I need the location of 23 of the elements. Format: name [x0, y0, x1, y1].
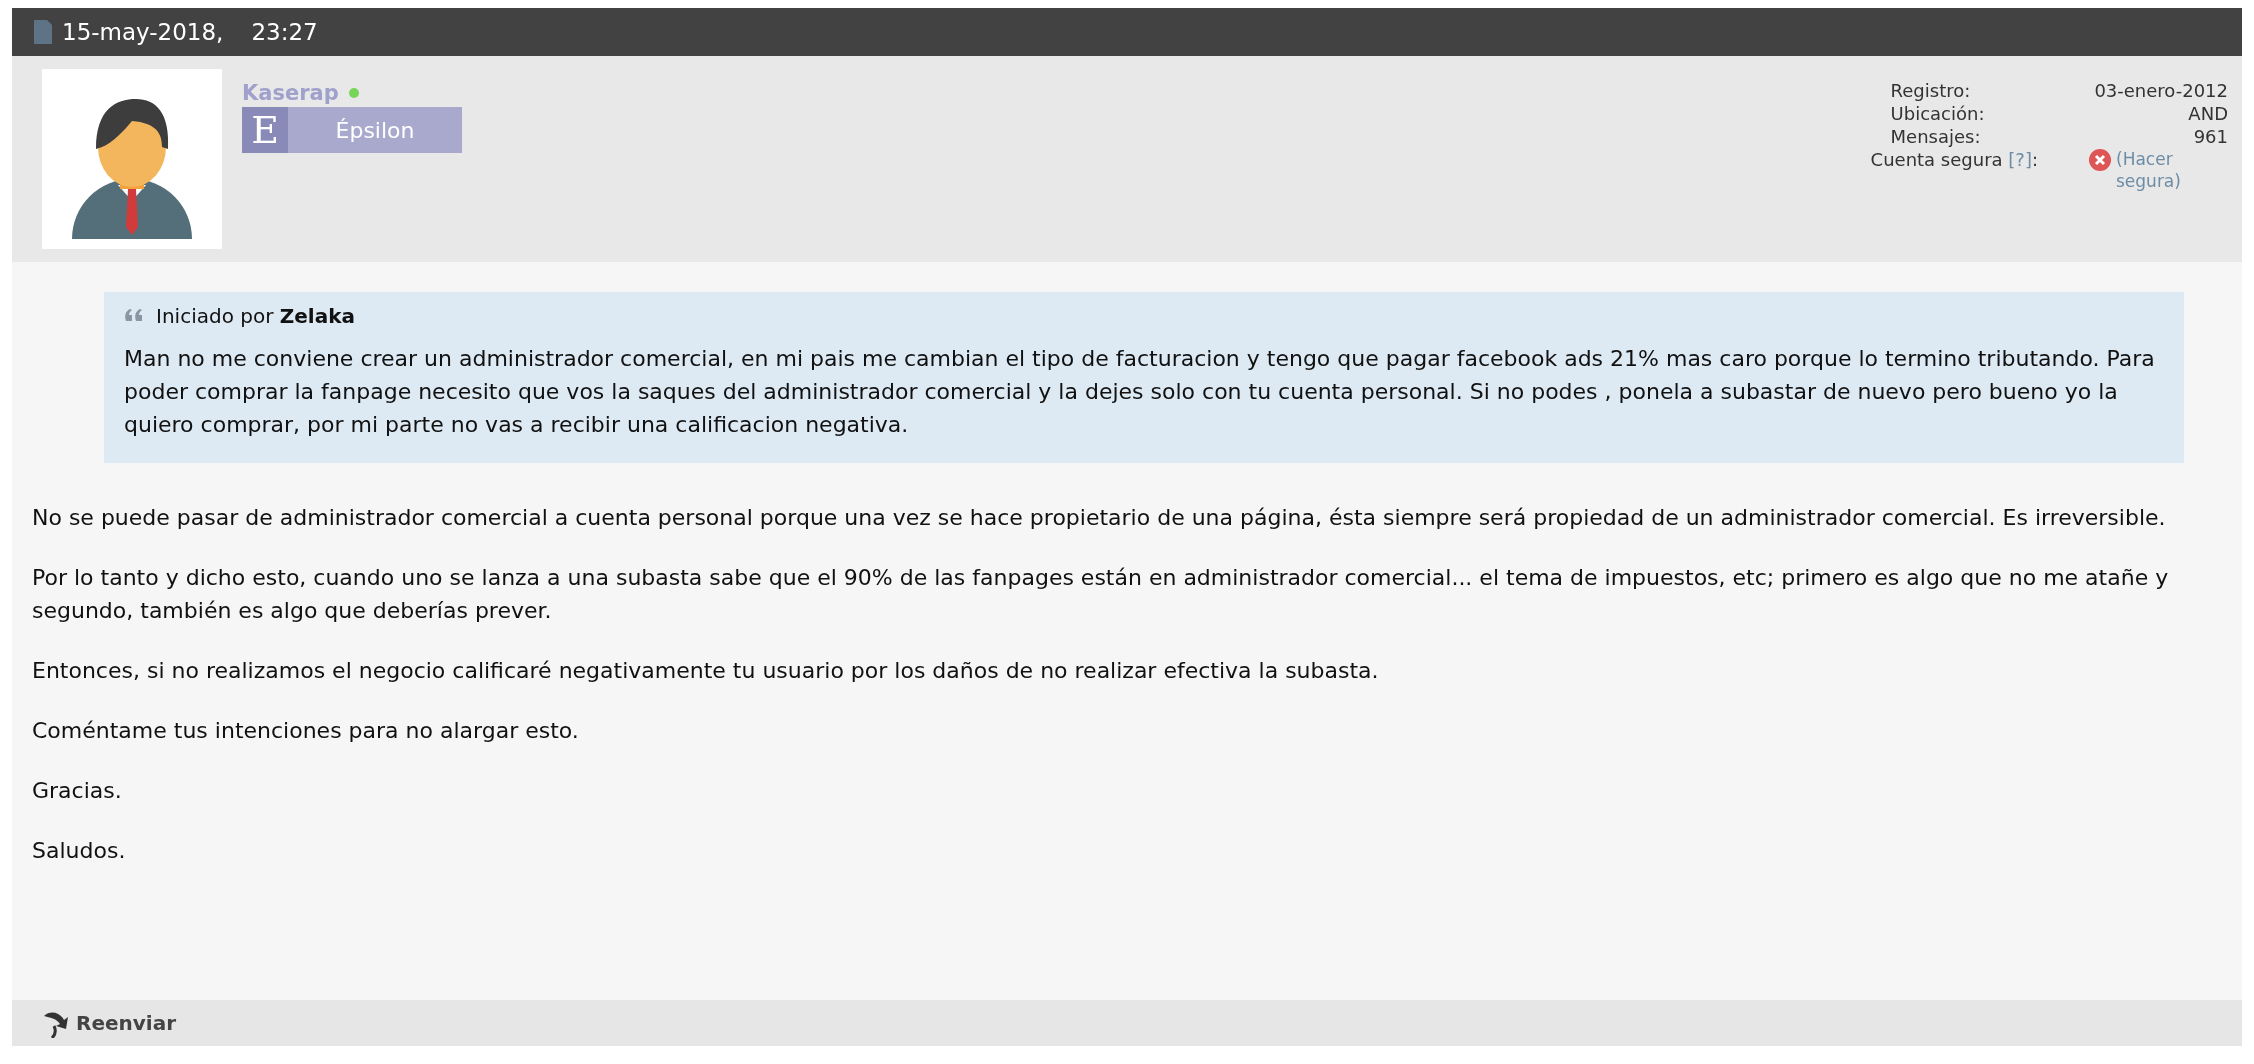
document-icon	[34, 20, 52, 44]
quote-author: Iniciado por Zelaka	[156, 304, 355, 328]
forward-link[interactable]: Reenviar	[42, 1008, 177, 1038]
post-paragraph: Gracias.	[32, 777, 123, 805]
stat-label: Registro:	[1889, 79, 1972, 102]
stat-value: 961	[2192, 125, 2228, 148]
rank-badge: E Épsilon	[242, 107, 462, 153]
post-paragraph: Entonces, si no realizamos el negocio calificaré negativamente tu usuario por los daños de no realizar efectiva la subasta.	[32, 657, 1380, 685]
stat-label: Mensajes:	[1889, 125, 1982, 148]
stat-value: AND	[2187, 102, 2228, 125]
username-link[interactable]: Kaserap	[242, 81, 339, 105]
post-paragraph: Por lo tanto y dicho esto, cuando uno se lanza a una subasta sabe que el 90% de las fanpages están en administrador comercial... el tema de impuestos, etc; primero es algo que no me atañe y segundo, también es algo que deberías prever.	[32, 564, 2170, 625]
post-paragraph: Coméntame tus intenciones para no alargar esto.	[32, 717, 580, 745]
make-secure-link[interactable]: (Hacer segura)	[2116, 148, 2206, 192]
help-link[interactable]: [?]	[2008, 149, 2032, 170]
post-paragraph: Saludos.	[32, 837, 127, 865]
post-date: 15-may-2018,	[62, 19, 224, 45]
post-paragraph: No se puede pasar de administrador comercial a cuenta personal porque una vez se hace propietario de una página, ésta siempre será propiedad de un administrador comercial. Es irreversible.	[32, 504, 2167, 532]
stat-label: Cuenta segura [?]:	[1870, 148, 2039, 172]
quote-text: Man no me conviene crear un administrador comercial, en mi pais me cambian el tipo de facturacion y tengo que pagar facebook ads 21% mas caro porque lo termino tributando. Para poder comprar la fanpage necesito que vos la saques del administrador comercial y la dejes solo con tu cuenta personal. Si no podes , ponela a subastar de nuevo pero bueno yo la quiero comprar, por mi parte no vas a recibir una calificacion negativa.	[124, 345, 2156, 439]
stat-value: 03-enero-2012	[2093, 79, 2228, 102]
stat-label: Ubicación:	[1889, 102, 1986, 125]
post-time: 23:27	[251, 19, 318, 45]
